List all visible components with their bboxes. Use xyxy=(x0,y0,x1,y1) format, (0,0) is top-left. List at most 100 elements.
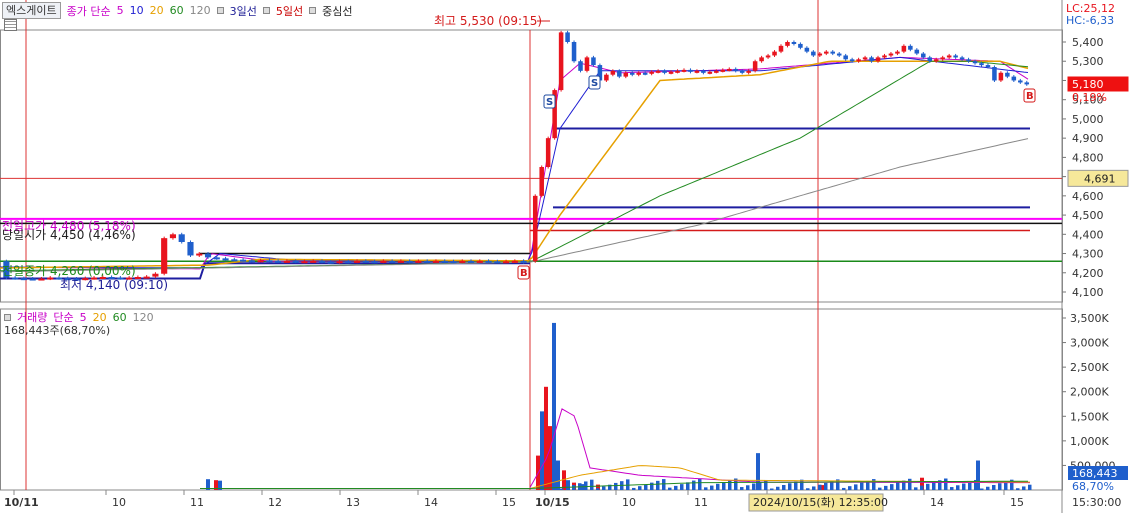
candle-body xyxy=(908,45,913,50)
candle-body xyxy=(882,55,887,58)
candle-body xyxy=(240,259,247,262)
volume-bar-fill xyxy=(914,487,918,490)
volume-bar-3 xyxy=(540,411,544,490)
volume-bar-fill xyxy=(656,480,660,490)
candle-body xyxy=(746,70,751,73)
volume-value: 168,443주(68,70%) xyxy=(4,324,111,337)
volume-bar-fill xyxy=(794,481,798,490)
candle-body xyxy=(327,261,334,264)
candle-body xyxy=(20,278,27,281)
candle-body xyxy=(765,55,771,58)
volume-bar-fill xyxy=(692,480,696,490)
candle-body xyxy=(714,70,719,73)
crosshair-price-label: 4,691 xyxy=(1084,172,1116,185)
candle-body xyxy=(353,260,361,263)
candle-body xyxy=(655,70,661,73)
price-tick-label-1: 5,300 xyxy=(1072,55,1104,68)
volume-tick-label-3: 2,000K xyxy=(1070,386,1109,399)
candle-body xyxy=(662,70,667,73)
candle-body xyxy=(998,72,1004,81)
candle-body xyxy=(476,260,483,263)
candle-body xyxy=(946,55,952,58)
candle-body xyxy=(830,51,836,54)
chart-canvas[interactable]: 5,4005,3005,2005,1005,0004,9004,8004,700… xyxy=(0,0,1130,513)
volume-bar-fill xyxy=(944,478,948,490)
volume-bar-fill xyxy=(674,485,678,490)
volume-bar-fill xyxy=(746,485,750,490)
time-label-7: 10/15 xyxy=(535,496,570,509)
volume-bar-fill xyxy=(962,483,966,490)
volume-bar-fill xyxy=(710,485,714,490)
volume-bar-fill xyxy=(776,486,780,490)
signal-label-2: B xyxy=(520,268,528,279)
volume-bar-fill xyxy=(782,484,786,490)
candle-body xyxy=(1011,76,1017,81)
candle-body xyxy=(985,65,991,68)
candle-body xyxy=(824,51,829,54)
volume-bar-fill xyxy=(698,478,702,490)
candle-body xyxy=(778,45,784,52)
center-line-label[interactable]: 중심선 xyxy=(322,3,352,19)
candle-body xyxy=(953,55,958,58)
volume-bar-fill xyxy=(896,482,900,490)
volume-ma-60[interactable]: 60 xyxy=(113,311,127,324)
line5-label[interactable]: 5일선 xyxy=(276,3,303,19)
candle-body xyxy=(571,42,577,62)
time-label-3: 12 xyxy=(268,496,282,509)
candle-body xyxy=(927,57,933,62)
candle-body xyxy=(707,71,713,74)
volume-ma-120[interactable]: 120 xyxy=(133,311,154,324)
volume-bar-fill xyxy=(662,479,666,490)
volume-bar-fill xyxy=(878,487,882,490)
candle-body xyxy=(694,70,700,73)
line3-label[interactable]: 3일선 xyxy=(230,3,257,19)
candle-body xyxy=(811,51,816,56)
candle-body xyxy=(169,234,177,239)
volume-bar-fill xyxy=(860,482,864,490)
candle-body xyxy=(966,59,971,62)
candle-body xyxy=(849,59,855,62)
line3-marker xyxy=(216,7,224,14)
price-tick-label-12: 4,200 xyxy=(1072,267,1104,280)
candle-body xyxy=(636,72,641,75)
volume-marker xyxy=(4,313,11,321)
symbol-selector[interactable]: 엑스게이트 xyxy=(2,2,61,19)
last-time-label: 15:30:00 xyxy=(1072,496,1121,509)
candle-body xyxy=(895,51,900,54)
volume-bar-fill xyxy=(716,483,720,490)
candle-body xyxy=(921,53,926,58)
candle-body xyxy=(362,260,369,263)
candle-body xyxy=(875,57,881,62)
grid-toggle-icon[interactable] xyxy=(4,19,17,31)
volume-bar-fill xyxy=(980,488,984,490)
candle-body xyxy=(292,260,299,263)
ma-period-5[interactable]: 5 xyxy=(117,4,124,17)
candle-body xyxy=(432,260,440,263)
candle-body xyxy=(804,47,810,52)
ma-period-10[interactable]: 10 xyxy=(130,4,144,17)
candle-body xyxy=(720,69,726,72)
price-tick-label-8: 4,600 xyxy=(1072,190,1104,203)
crosshair-time-label: 2024/10/15(화) 12:35:00 xyxy=(753,496,888,509)
candle-body xyxy=(29,278,36,281)
time-label-2: 11 xyxy=(190,496,204,509)
candle-body xyxy=(836,53,842,56)
volume-bar-fill xyxy=(638,486,642,490)
ma-period-120[interactable]: 120 xyxy=(190,4,211,17)
volume-bar-fill xyxy=(704,487,708,490)
volume-tick-label-2: 1,500K xyxy=(1070,410,1109,423)
price-tick-label-10: 4,400 xyxy=(1072,228,1104,241)
volume-bar-fill xyxy=(764,479,768,490)
current-volume-label: 168,443 xyxy=(1072,467,1118,480)
volume-bar-fill xyxy=(932,482,936,490)
candle-body xyxy=(520,260,527,263)
candle-body xyxy=(584,57,590,71)
prev-close-annotation: 전일종가 4,260 (0,00%) xyxy=(2,264,136,278)
ma-period-60[interactable]: 60 xyxy=(170,4,184,17)
time-label-5: 14 xyxy=(424,496,438,509)
ma-period-20[interactable]: 20 xyxy=(150,4,164,17)
time-label-8: 10 xyxy=(622,496,636,509)
volume-bar-fill xyxy=(998,483,1002,490)
candle-body xyxy=(415,260,422,263)
volume-bar-0 xyxy=(548,426,552,490)
